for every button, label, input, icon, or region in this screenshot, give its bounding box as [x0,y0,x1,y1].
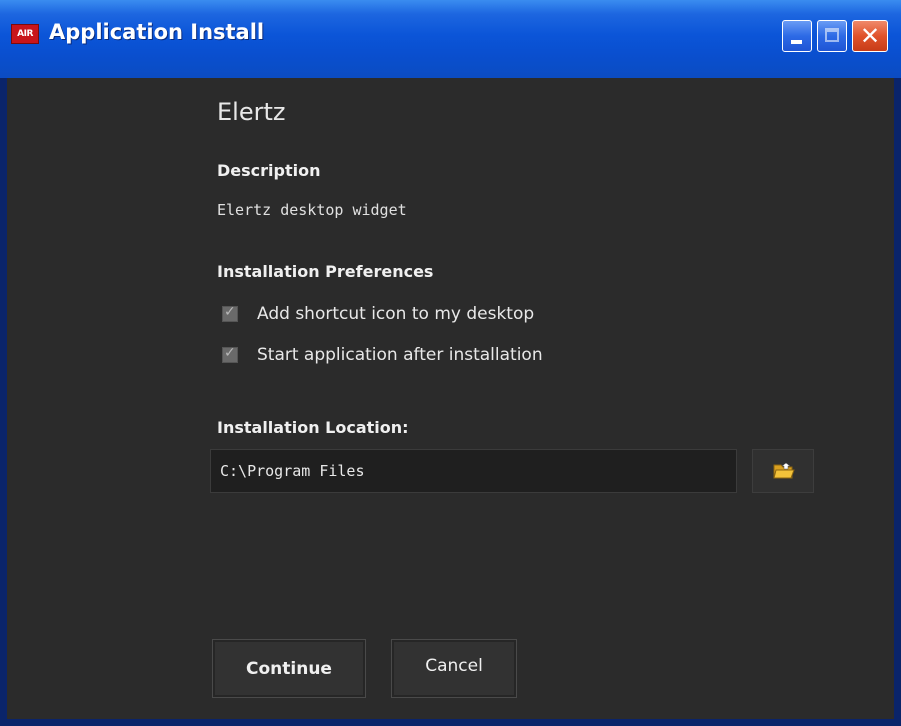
location-heading: Installation Location: [217,418,409,437]
preferences-heading: Installation Preferences [217,262,434,281]
cancel-button[interactable]: Cancel [391,639,517,698]
installer-panel: Elertz Description Elertz desktop widget… [7,78,894,719]
minimize-button[interactable] [782,20,812,52]
window-title: Application Install [49,20,265,44]
maximize-icon [825,28,839,42]
close-button[interactable]: ✕ [852,20,888,52]
shortcut-option-label: Add shortcut icon to my desktop [257,304,535,324]
shortcut-option[interactable]: ✓ Add shortcut icon to my desktop [222,303,534,325]
start-after-install-label: Start application after installation [257,345,543,365]
browse-button[interactable] [752,449,814,493]
shortcut-checkbox[interactable]: ✓ [222,304,238,322]
folder-open-icon [773,462,795,479]
close-icon: ✕ [859,22,881,50]
checkmark-icon: ✓ [224,345,236,361]
description-heading: Description [217,161,321,180]
start-after-install-checkbox[interactable]: ✓ [222,345,238,363]
minimize-icon [791,40,802,44]
title-bar[interactable]: AIR Application Install ✕ [0,0,901,78]
air-app-icon: AIR [11,24,39,44]
app-name: Elertz [217,98,286,126]
install-location-input[interactable] [210,449,737,493]
maximize-button[interactable] [817,20,847,52]
checkmark-icon: ✓ [224,304,236,320]
continue-button[interactable]: Continue [212,639,366,698]
installer-window: AIR Application Install ✕ Elertz Descrip… [0,0,901,726]
description-text: Elertz desktop widget [217,201,407,219]
start-after-install-option[interactable]: ✓ Start application after installation [222,344,543,366]
